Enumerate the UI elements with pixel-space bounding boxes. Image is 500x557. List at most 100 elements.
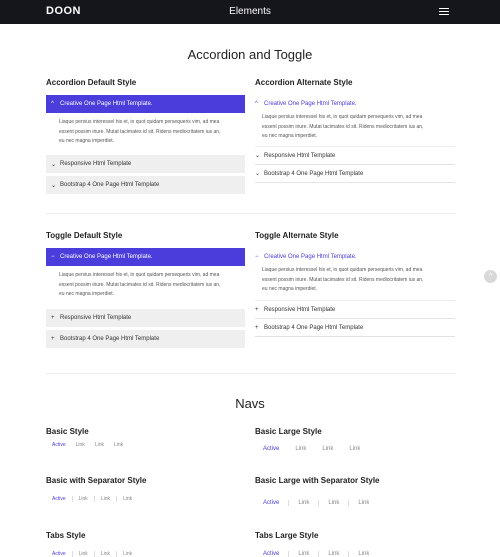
accordion-item-1[interactable]: ^ Creative One Page Html Template. xyxy=(46,95,245,113)
accordion-alternate-title: Accordion Alternate Style xyxy=(255,78,353,87)
basic-separator-nav: Active Link Link Link xyxy=(52,496,144,502)
accordion-item-label: Bootstrap 4 One Page Html Template xyxy=(60,182,160,188)
tab[interactable]: Link xyxy=(101,551,117,557)
toggle-item-2[interactable]: + Responsive Html Template xyxy=(46,309,245,327)
toggle-item-3[interactable]: + Bootstrap 4 One Page Html Template xyxy=(46,330,245,348)
accordion-item-2[interactable]: ⌄ Responsive Html Template xyxy=(46,155,245,173)
nav-link[interactable]: Link xyxy=(95,442,114,448)
nav-link[interactable]: Link xyxy=(328,500,350,506)
nav-link[interactable]: Link xyxy=(79,496,95,502)
toggle-alt-item-3[interactable]: + Bootstrap 4 One Page Html Template xyxy=(255,319,455,337)
minus-icon: − xyxy=(51,254,55,260)
toggle-alt-item-2[interactable]: + Responsive Html Template xyxy=(255,301,455,319)
nav-link[interactable]: Link xyxy=(358,500,375,506)
nav-link-active[interactable]: Active xyxy=(52,496,73,502)
nav-link-active[interactable]: Active xyxy=(52,442,76,448)
accordion-alt-body: Liaque persius interessel his et, in quo… xyxy=(262,113,442,142)
minus-icon: − xyxy=(255,254,259,260)
toggle-item-label: Responsive Html Template xyxy=(264,306,336,313)
toggle-item-1[interactable]: − Creative One Page Html Template. xyxy=(46,248,245,266)
tabs-large-style-title: Tabs Large Style xyxy=(255,531,319,540)
body-line: essent possim iriure. Mutat tacimates id… xyxy=(262,123,424,130)
tabs-large-nav: Active Link Link Link xyxy=(263,551,381,557)
body-line: Liaque persius interessel his et, in quo… xyxy=(262,267,423,273)
basic-large-separator-nav: Active Link Link Link xyxy=(263,500,381,506)
nav-link[interactable]: Link xyxy=(114,442,133,448)
basic-style-title: Basic Style xyxy=(46,427,89,436)
tab[interactable]: Link xyxy=(358,551,375,557)
accordion-default-title: Accordion Default Style xyxy=(46,78,137,87)
basic-large-separator-style-title: Basic Large with Separator Style xyxy=(255,476,380,485)
toggle-item-label: Bootstrap 4 One Page Html Template xyxy=(60,336,160,342)
accordion-body: Liaque persius interessel his et, in quo… xyxy=(59,118,239,147)
chevron-down-icon: ⌄ xyxy=(255,171,261,177)
nav-link-active[interactable]: Active xyxy=(263,500,290,506)
body-line: eu nec magna imperdiet. xyxy=(262,286,318,292)
nav-link[interactable]: Link xyxy=(101,496,117,502)
body-line: Liaque persius interessel his et, in quo… xyxy=(59,119,220,125)
tab-active[interactable]: Active xyxy=(52,551,73,557)
tab[interactable]: Link xyxy=(298,551,320,557)
accordion-alt-item-2[interactable]: ⌄ Responsive Html Template xyxy=(255,147,455,165)
plus-icon: + xyxy=(51,336,55,342)
chevron-down-icon: ⌄ xyxy=(255,153,261,159)
toggle-item-label: Creative One Page Html Template. xyxy=(60,254,153,260)
chevron-up-icon: ^ xyxy=(51,101,54,107)
body-line: essent possim iriure. Mutat tacimates id… xyxy=(59,128,221,135)
accordion-alt-item-3[interactable]: ⌄ Bootstrap 4 One Page Html Template xyxy=(255,165,455,183)
plus-icon: + xyxy=(255,306,259,313)
plus-icon: + xyxy=(255,324,259,331)
chevron-down-icon: ⌄ xyxy=(51,161,57,168)
toggle-body: Liaque persius interessel his et, in quo… xyxy=(59,271,239,300)
section-divider xyxy=(46,213,456,214)
chevron-down-icon: ⌄ xyxy=(51,182,57,189)
toggle-alt-body: Liaque persius interessel his et, in quo… xyxy=(262,266,442,295)
toggle-alt-item-1[interactable]: − Creative One Page Html Template. xyxy=(255,248,455,266)
accordion-item-label: Bootstrap 4 One Page Html Template xyxy=(264,170,364,177)
toggle-item-label: Responsive Html Template xyxy=(60,315,132,321)
body-line: Liaque persius interessel his et, in quo… xyxy=(262,114,423,120)
body-line: eu nec magna imperdiet. xyxy=(59,138,115,144)
accordion-item-3[interactable]: ⌄ Bootstrap 4 One Page Html Template xyxy=(46,176,245,194)
nav-link[interactable]: Link xyxy=(123,496,138,502)
nav-link[interactable]: Link xyxy=(76,442,95,448)
nav-link[interactable]: Link xyxy=(298,500,320,506)
scroll-to-top-button[interactable]: ^ xyxy=(484,270,497,283)
toggle-item-label: Creative One Page Html Template. xyxy=(264,254,357,260)
hamburger-menu-icon[interactable] xyxy=(439,8,449,16)
tab[interactable]: Link xyxy=(123,551,138,557)
section-divider xyxy=(46,373,456,374)
page-title: Elements xyxy=(229,6,271,17)
toggle-default-title: Toggle Default Style xyxy=(46,231,123,240)
tabs-nav: Active Link Link Link xyxy=(52,551,144,557)
top-navbar: DOON Elements xyxy=(0,0,500,24)
accordion-item-label: Responsive Html Template xyxy=(264,152,336,159)
toggle-item-label: Bootstrap 4 One Page Html Template xyxy=(264,324,364,331)
tabs-style-title: Tabs Style xyxy=(46,531,86,540)
nav-link[interactable]: Link xyxy=(295,446,322,452)
basic-large-style-title: Basic Large Style xyxy=(255,427,322,436)
section-title-navs: Navs xyxy=(235,396,265,411)
accordion-item-label: Creative One Page Html Template. xyxy=(60,101,153,107)
body-line: essent possim iriure. Mutat tacimates id… xyxy=(59,281,221,288)
nav-link[interactable]: Link xyxy=(322,446,349,452)
toggle-alternate-title: Toggle Alternate Style xyxy=(255,231,339,240)
body-line: eu nec magna imperdiet. xyxy=(262,133,318,139)
body-line: eu nec magna imperdiet. xyxy=(59,291,115,297)
nav-link-active[interactable]: Active xyxy=(263,446,295,452)
tab[interactable]: Link xyxy=(79,551,95,557)
section-title-accordion: Accordion and Toggle xyxy=(187,47,313,62)
plus-icon: + xyxy=(51,315,55,321)
basic-nav: Active Link Link Link xyxy=(52,442,133,448)
chevron-up-icon: ^ xyxy=(255,101,258,107)
nav-link[interactable]: Link xyxy=(349,446,376,452)
body-line: Liaque persius interessel his et, in quo… xyxy=(59,272,220,278)
accordion-item-label: Creative One Page Html Template. xyxy=(264,101,357,107)
tab[interactable]: Link xyxy=(328,551,350,557)
accordion-item-label: Responsive Html Template xyxy=(60,161,132,167)
body-line: essent possim iriure. Mutat tacimates id… xyxy=(262,276,424,283)
accordion-alt-item-1[interactable]: ^ Creative One Page Html Template. xyxy=(255,95,455,113)
tab-active[interactable]: Active xyxy=(263,551,290,557)
basic-large-nav: Active Link Link Link xyxy=(263,446,376,452)
basic-separator-style-title: Basic with Separator Style xyxy=(46,476,147,485)
